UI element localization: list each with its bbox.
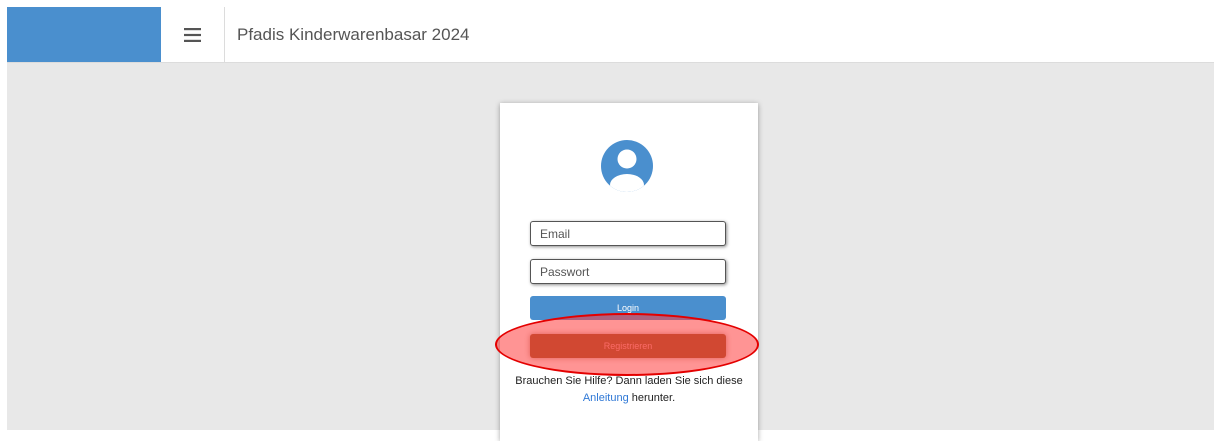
top-navbar: Pfadis Kinderwarenbasar 2024 (7, 7, 1214, 63)
login-button[interactable]: Login (530, 296, 726, 320)
main-content: Login Registrieren Brauchen Sie Hilfe? D… (7, 63, 1214, 441)
help-prefix: Brauchen Sie Hilfe? Dann laden Sie sich … (515, 375, 743, 387)
email-field[interactable] (530, 221, 726, 246)
manual-link[interactable]: Anleitung (583, 392, 629, 404)
app-title: Pfadis Kinderwarenbasar 2024 (237, 25, 470, 44)
brand-block (7, 7, 161, 62)
password-field[interactable] (530, 259, 726, 284)
register-button[interactable]: Registrieren (530, 334, 726, 358)
user-avatar-icon (601, 140, 653, 192)
help-text: Brauchen Sie Hilfe? Dann laden Sie sich … (500, 373, 758, 407)
login-card: Login Registrieren Brauchen Sie Hilfe? D… (500, 103, 758, 441)
menu-toggle-button[interactable] (161, 7, 225, 62)
help-suffix: herunter. (628, 392, 676, 404)
hamburger-menu-icon[interactable] (184, 27, 201, 42)
